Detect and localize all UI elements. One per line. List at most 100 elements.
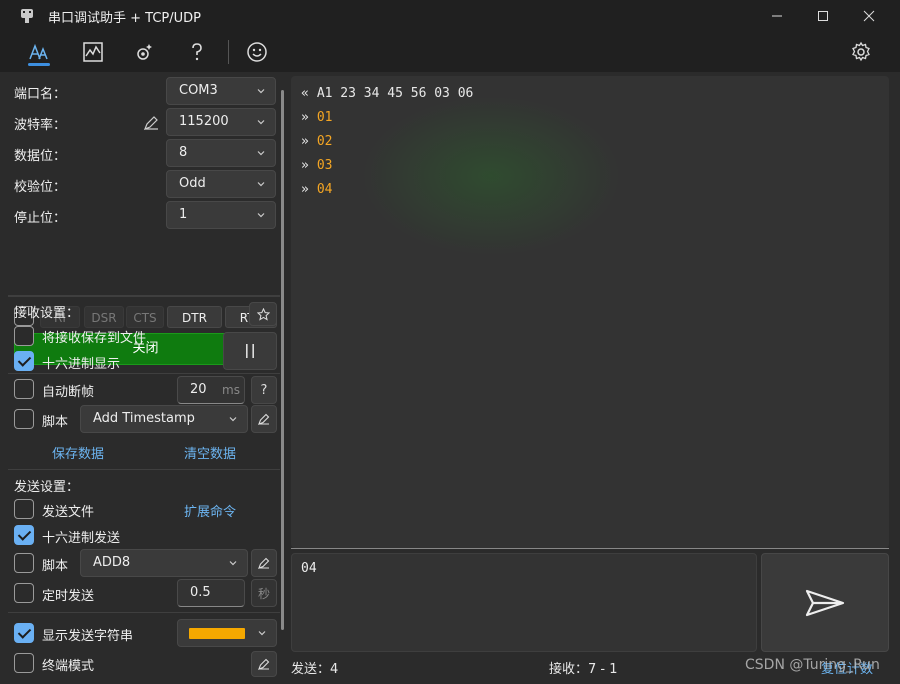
hex-display-checkbox[interactable] [14, 351, 34, 371]
background-glow [361, 96, 621, 256]
tab-about[interactable] [240, 36, 274, 68]
close-window-button[interactable] [846, 0, 892, 32]
rx-marker: « [301, 86, 309, 101]
log-text: 02 [316, 134, 333, 149]
chart-icon [83, 42, 103, 62]
receive-log-line: » 02 [301, 134, 332, 149]
save-to-file-checkbox[interactable] [14, 326, 34, 346]
receive-log-line: » 03 [301, 158, 332, 173]
hex-send-checkbox[interactable] [14, 525, 34, 545]
toolbar [0, 32, 900, 72]
terminal-edit-button[interactable] [251, 651, 277, 677]
send-file-label: 发送文件 [42, 505, 95, 520]
tx-echo-marker: » [301, 134, 309, 149]
minimize-icon [772, 15, 782, 17]
log-text: A1 23 34 45 56 03 06 [316, 86, 474, 101]
receive-area[interactable]: « A1 23 34 45 56 03 06 » 01 » 02 » 03 » 04 [291, 76, 889, 548]
help-icon [192, 43, 202, 61]
receive-script-value: Add Timestamp [93, 411, 195, 426]
smiley-icon [247, 42, 267, 62]
clear-data-link[interactable]: 清空数据 [184, 443, 236, 462]
chevron-down-icon [258, 631, 266, 636]
edit-icon [258, 413, 270, 425]
divider [8, 469, 280, 470]
close-icon [863, 10, 875, 22]
send-file-checkbox[interactable] [14, 499, 34, 519]
receive-section-label: 接收设置： [14, 306, 80, 321]
edit-icon [258, 658, 270, 670]
magic-settings-icon [137, 44, 152, 60]
send-script-value: ADD8 [93, 555, 131, 570]
maximize-icon [818, 11, 828, 21]
timed-send-input[interactable]: 0.5 [177, 579, 245, 607]
save-to-file-label: 将接收保存到文件 [42, 331, 147, 346]
terminal-mode-checkbox[interactable] [14, 653, 34, 673]
extend-command-link[interactable]: 扩展命令 [184, 501, 236, 520]
log-text: 01 [316, 110, 333, 125]
auto-frame-value: 20 [190, 382, 207, 397]
minimize-button[interactable] [754, 0, 800, 32]
pause-button[interactable] [223, 332, 277, 370]
save-data-link[interactable]: 保存数据 [52, 443, 104, 462]
timed-send-checkbox[interactable] [14, 583, 34, 603]
send-icon [805, 589, 845, 616]
send-script-edit-button[interactable] [251, 549, 277, 577]
active-tab-indicator [28, 63, 50, 66]
chevron-down-icon [229, 561, 237, 566]
auto-frame-label: 自动断帧 [42, 385, 95, 400]
timed-send-unit-label: 秒 [257, 586, 270, 601]
receive-log-line: » 01 [301, 110, 332, 125]
send-script-checkbox[interactable] [14, 553, 34, 573]
color-swatch [189, 628, 245, 639]
title-bar: 串口调试助手 + TCP/UDP [0, 0, 900, 32]
sent-count: 发送：4 [291, 662, 339, 677]
divider [8, 612, 280, 613]
tx-echo-marker: » [301, 158, 309, 173]
receive-script-checkbox[interactable] [14, 409, 34, 429]
log-text: 04 [316, 182, 333, 197]
hex-display-label: 十六进制显示 [42, 357, 121, 372]
tx-echo-marker: » [301, 110, 309, 125]
text-serial-icon [29, 43, 48, 60]
tab-chart[interactable] [76, 36, 110, 68]
send-color-select[interactable] [177, 619, 277, 647]
tab-help[interactable] [180, 36, 214, 68]
settings-scrollbar[interactable] [281, 90, 284, 630]
tab-tools[interactable] [128, 36, 162, 68]
chevron-down-icon [229, 417, 237, 422]
receive-and-send-settings: 接收设置： 将接收保存到文件 十六进制显示 自动断帧 20 ms ? 脚本 Ad… [8, 74, 284, 678]
receive-script-label: 脚本 [42, 415, 69, 430]
send-section-label: 发送设置： [14, 480, 80, 495]
auto-frame-help-button[interactable]: ? [251, 376, 277, 404]
tx-echo-marker: » [301, 182, 309, 197]
auto-frame-unit: ms [222, 383, 240, 397]
terminal-mode-label: 终端模式 [42, 659, 95, 674]
auto-frame-checkbox[interactable] [14, 379, 34, 399]
show-send-string-checkbox[interactable] [14, 623, 34, 643]
favorite-button[interactable] [249, 302, 277, 326]
hex-send-label: 十六进制发送 [42, 531, 121, 546]
auto-frame-input[interactable]: 20 ms [177, 376, 245, 404]
send-script-select[interactable]: ADD8 [80, 549, 248, 577]
send-input-area[interactable]: 04 [291, 553, 757, 652]
receive-log-line: « A1 23 34 45 56 03 06 [301, 86, 473, 101]
log-text: 03 [316, 158, 333, 173]
receive-script-edit-button[interactable] [251, 405, 277, 433]
send-button[interactable] [761, 553, 889, 652]
maximize-button[interactable] [800, 0, 846, 32]
toolbar-separator [228, 40, 229, 64]
question-icon: ? [260, 382, 268, 398]
window-title: 串口调试助手 + TCP/UDP [48, 11, 201, 26]
edit-icon [258, 557, 270, 569]
app-icon [21, 9, 33, 23]
receive-divider[interactable] [291, 548, 889, 549]
timed-send-label: 定时发送 [42, 589, 95, 604]
receive-script-select[interactable]: Add Timestamp [80, 405, 248, 433]
watermark: CSDN @Turing_Run [745, 657, 880, 673]
timed-send-value: 0.5 [190, 585, 211, 600]
received-count: 接收：7 - 1 [549, 662, 618, 677]
send-script-label: 脚本 [42, 559, 69, 574]
gear-icon [852, 41, 870, 62]
receive-log-line: » 04 [301, 182, 332, 197]
settings-button[interactable] [844, 36, 878, 68]
